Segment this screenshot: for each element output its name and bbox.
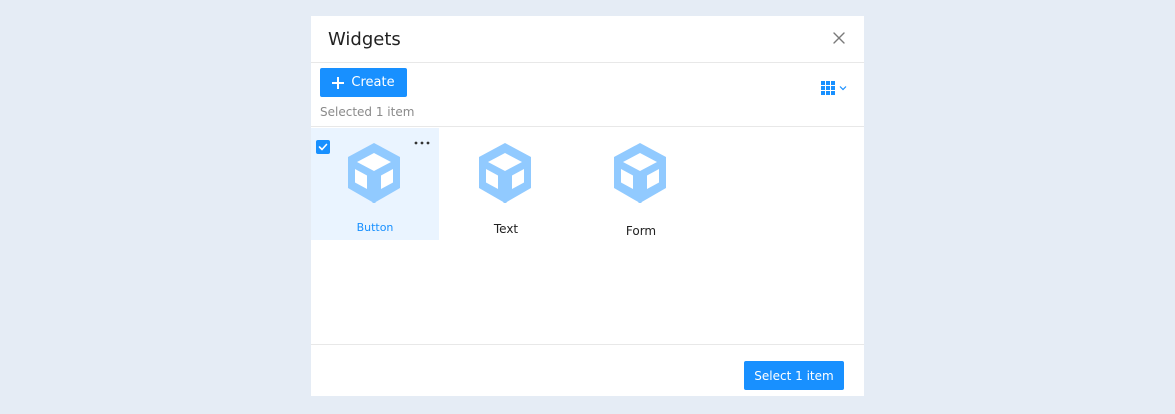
widget-label-form: Form	[625, 224, 657, 238]
select-items-button[interactable]: Select 1 item	[744, 361, 844, 390]
widget-label-text: Text	[493, 222, 519, 236]
widget-checkbox[interactable]	[316, 140, 330, 154]
dialog-header: Widgets	[311, 16, 864, 63]
dialog-footer: Select 1 item	[311, 345, 864, 396]
widget-label-button: Button	[356, 221, 394, 234]
view-toggle[interactable]	[821, 81, 854, 95]
widget-tile-form[interactable]: Form	[577, 128, 705, 240]
dialog-title: Widgets	[328, 29, 401, 50]
grid-icon	[821, 81, 835, 95]
cube-icon	[614, 143, 666, 203]
toolbar: Create Selected 1 item	[311, 64, 864, 127]
widgets-dialog: Widgets Create Selected 1 item Button Te…	[311, 16, 864, 396]
checkmark-icon	[318, 143, 328, 151]
cube-icon	[348, 143, 400, 203]
cube-icon	[479, 143, 531, 203]
widget-tile-button[interactable]: Button	[311, 128, 439, 240]
widget-tile-text[interactable]: Text	[442, 128, 570, 240]
selection-status: Selected 1 item	[320, 105, 415, 119]
create-button-label: Create	[351, 75, 395, 90]
plus-icon	[332, 76, 345, 89]
create-button[interactable]: Create	[320, 68, 407, 97]
close-icon[interactable]	[832, 30, 846, 44]
widget-grid: Button Text Form	[311, 127, 864, 345]
more-horizontal-icon[interactable]	[414, 139, 430, 147]
chevron-down-icon	[839, 86, 847, 91]
